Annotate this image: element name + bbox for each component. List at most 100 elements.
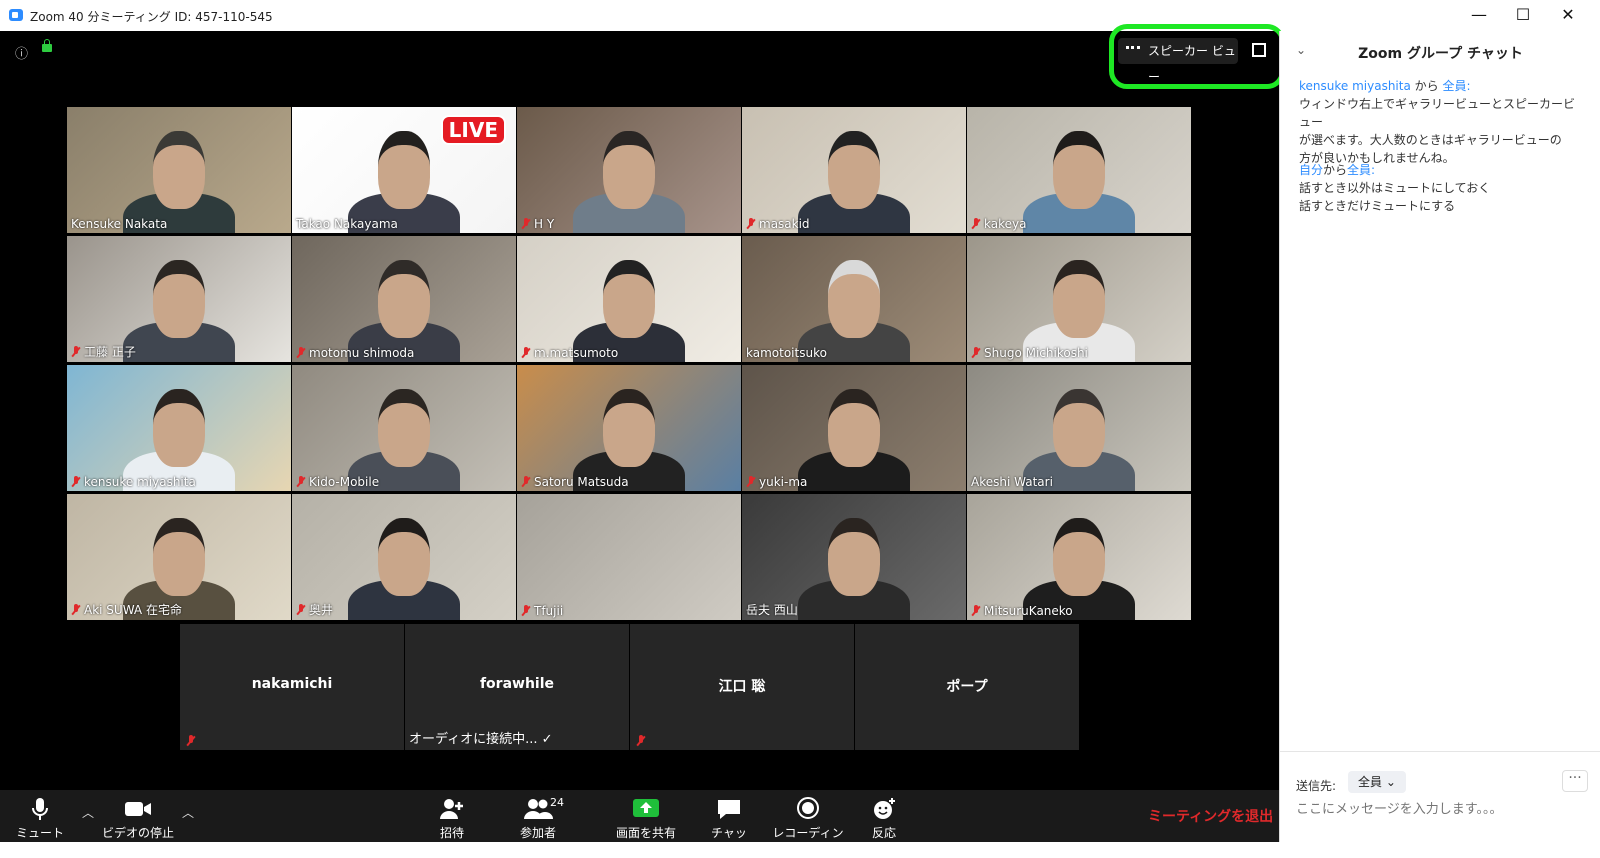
- participants-button[interactable]: 24 参加者: [510, 790, 566, 842]
- invite-button[interactable]: 招待: [430, 790, 474, 842]
- participant-name-text: Akeshi Watari: [971, 475, 1053, 489]
- participant-name: nakamichi: [251, 676, 333, 692]
- close-button[interactable]: ✕: [1557, 5, 1579, 25]
- microphone-icon: [12, 796, 68, 822]
- chat-bubble-icon: [706, 796, 752, 822]
- muted-mic-icon: [746, 476, 755, 488]
- mute-button[interactable]: ミュート: [12, 790, 68, 842]
- more-options-button[interactable]: ···: [1562, 770, 1588, 792]
- chat-button[interactable]: チャット: [706, 790, 752, 857]
- share-screen-label: 画面を共有: [615, 826, 676, 840]
- participant-name-text: kamotoitsuko: [746, 346, 827, 360]
- video-tile[interactable]: Satoru Matsuda: [517, 365, 741, 491]
- audio-options-caret[interactable]: ︿: [82, 804, 94, 821]
- video-tile[interactable]: masakid: [742, 107, 966, 233]
- participant-name-text: Shugo Michikoshi: [984, 346, 1088, 360]
- chat-title: Zoom グループ チャット: [1358, 46, 1523, 62]
- video-tile[interactable]: kamotoitsuko: [742, 236, 966, 362]
- video-tile[interactable]: H Y: [517, 107, 741, 233]
- chat-colon: :: [1371, 163, 1376, 177]
- title-bar: Zoom 40 分ミーティング ID: 457-110-545 — ☐ ✕: [0, 0, 1600, 31]
- muted-mic-icon: [636, 735, 645, 747]
- chat-header: ⌄ Zoom グループ チャット: [1280, 31, 1600, 71]
- meeting-area: ⓘ スピーカー ビュー Kensuke Nakata LIVE Takao Naka…: [0, 24, 1285, 790]
- video-tile[interactable]: Aki SUWA 在宅命: [67, 494, 291, 620]
- participant-name: MitsuruKaneko: [971, 604, 1073, 618]
- participant-name: yuki-ma: [746, 475, 807, 489]
- info-icon[interactable]: ⓘ: [15, 43, 28, 62]
- muted-mic-icon: [71, 604, 80, 616]
- muted-mic-icon: [521, 476, 530, 488]
- chat-message: kensuke miyashita から 全員: ウィンドウ右上でギャラリービュ…: [1299, 77, 1584, 167]
- participant-name: forawhile: [479, 676, 555, 692]
- chat-message-header: 自分から全員:: [1299, 161, 1584, 179]
- video-tile[interactable]: kakeya: [967, 107, 1191, 233]
- smiley-icon: [866, 796, 902, 822]
- leave-meeting-button[interactable]: ミーティングを退出: [1148, 806, 1273, 826]
- encryption-lock-icon[interactable]: [42, 39, 52, 52]
- participant-face: [1053, 518, 1105, 596]
- video-tile[interactable]: 工藤 正子: [67, 236, 291, 362]
- participant-face: [378, 131, 430, 209]
- chat-sender[interactable]: kensuke miyashita: [1299, 79, 1411, 93]
- participant-name: motomu shimoda: [296, 346, 414, 360]
- window-title: Zoom 40 分ミーティング ID: 457-110-545: [30, 10, 273, 24]
- chat-message-line: 話すとき以外はミュートにしておく: [1299, 181, 1491, 195]
- participant-name-text: Satoru Matsuda: [534, 475, 629, 489]
- video-tile[interactable]: LIVE Takao Nakayama: [292, 107, 516, 233]
- stop-video-button[interactable]: ビデオの停止: [98, 790, 178, 842]
- participant-count: 24: [550, 796, 564, 809]
- video-tile[interactable]: m.matsumoto: [517, 236, 741, 362]
- fullscreen-icon[interactable]: [1252, 43, 1266, 57]
- video-camera-icon: [98, 796, 178, 822]
- chat-recipient[interactable]: 全員: [1347, 163, 1371, 177]
- chat-connector: から: [1410, 79, 1443, 93]
- participant-name: kamotoitsuko: [746, 346, 827, 360]
- participant-name-text: H Y: [534, 217, 555, 231]
- participant-name-text: Takao Nakayama: [296, 217, 398, 231]
- video-tile[interactable]: 奥井: [292, 494, 516, 620]
- participant-name: Satoru Matsuda: [521, 475, 629, 489]
- participant-face: [603, 131, 655, 209]
- participant-name-text: yuki-ma: [759, 475, 808, 489]
- video-tile[interactable]: Shugo Michikoshi: [967, 236, 1191, 362]
- speaker-view-button[interactable]: スピーカー ビュー: [1118, 38, 1238, 84]
- chat-message-input[interactable]: [1296, 802, 1586, 817]
- video-tile[interactable]: yuki-ma: [742, 365, 966, 491]
- audio-status: オーディオに接続中... ✓: [409, 732, 553, 747]
- participants-icon: 24: [510, 796, 566, 822]
- video-tile[interactable]: Kido-Mobile: [292, 365, 516, 491]
- no-video-tile[interactable]: forawhile オーディオに接続中... ✓: [405, 624, 629, 750]
- minimize-button[interactable]: —: [1468, 5, 1490, 25]
- video-tile[interactable]: MitsuruKaneko: [967, 494, 1191, 620]
- send-to-label: 送信先:: [1296, 779, 1337, 793]
- video-tile[interactable]: Kensuke Nakata: [67, 107, 291, 233]
- chat-sender: 自分: [1299, 163, 1324, 177]
- participant-name: Kido-Mobile: [296, 475, 379, 489]
- muted-mic-icon: [71, 346, 80, 358]
- video-tile[interactable]: Tfujii: [517, 494, 741, 620]
- invite-label: 招待: [439, 826, 464, 840]
- video-tile[interactable]: kensuke miyashita: [67, 365, 291, 491]
- record-button[interactable]: レコーディング: [768, 790, 848, 857]
- video-options-caret[interactable]: ︿: [182, 804, 194, 821]
- video-tile[interactable]: 岳夫 西山: [742, 494, 966, 620]
- no-video-tile[interactable]: ポープ: [855, 624, 1079, 750]
- participant-name-text: Kensuke Nakata: [71, 217, 168, 231]
- gallery-grid-icon: [1126, 46, 1140, 59]
- video-tile[interactable]: motomu shimoda: [292, 236, 516, 362]
- share-screen-icon: [608, 796, 684, 822]
- no-video-tile[interactable]: nakamichi: [180, 624, 404, 750]
- share-screen-button[interactable]: 画面を共有: [608, 790, 684, 842]
- muted-mic-icon: [296, 347, 305, 359]
- video-feed: [517, 494, 741, 620]
- mute-label: ミュート: [15, 826, 64, 840]
- reactions-button[interactable]: 反応: [866, 790, 902, 842]
- send-to-select[interactable]: 全員 ⌄: [1348, 771, 1406, 793]
- participant-name: Shugo Michikoshi: [971, 346, 1088, 360]
- no-video-tile[interactable]: 江口 聡: [630, 624, 854, 750]
- muted-mic-icon: [521, 347, 530, 359]
- maximize-button[interactable]: ☐: [1512, 5, 1534, 25]
- chat-recipient[interactable]: 全員: [1442, 79, 1466, 93]
- video-tile[interactable]: Akeshi Watari: [967, 365, 1191, 491]
